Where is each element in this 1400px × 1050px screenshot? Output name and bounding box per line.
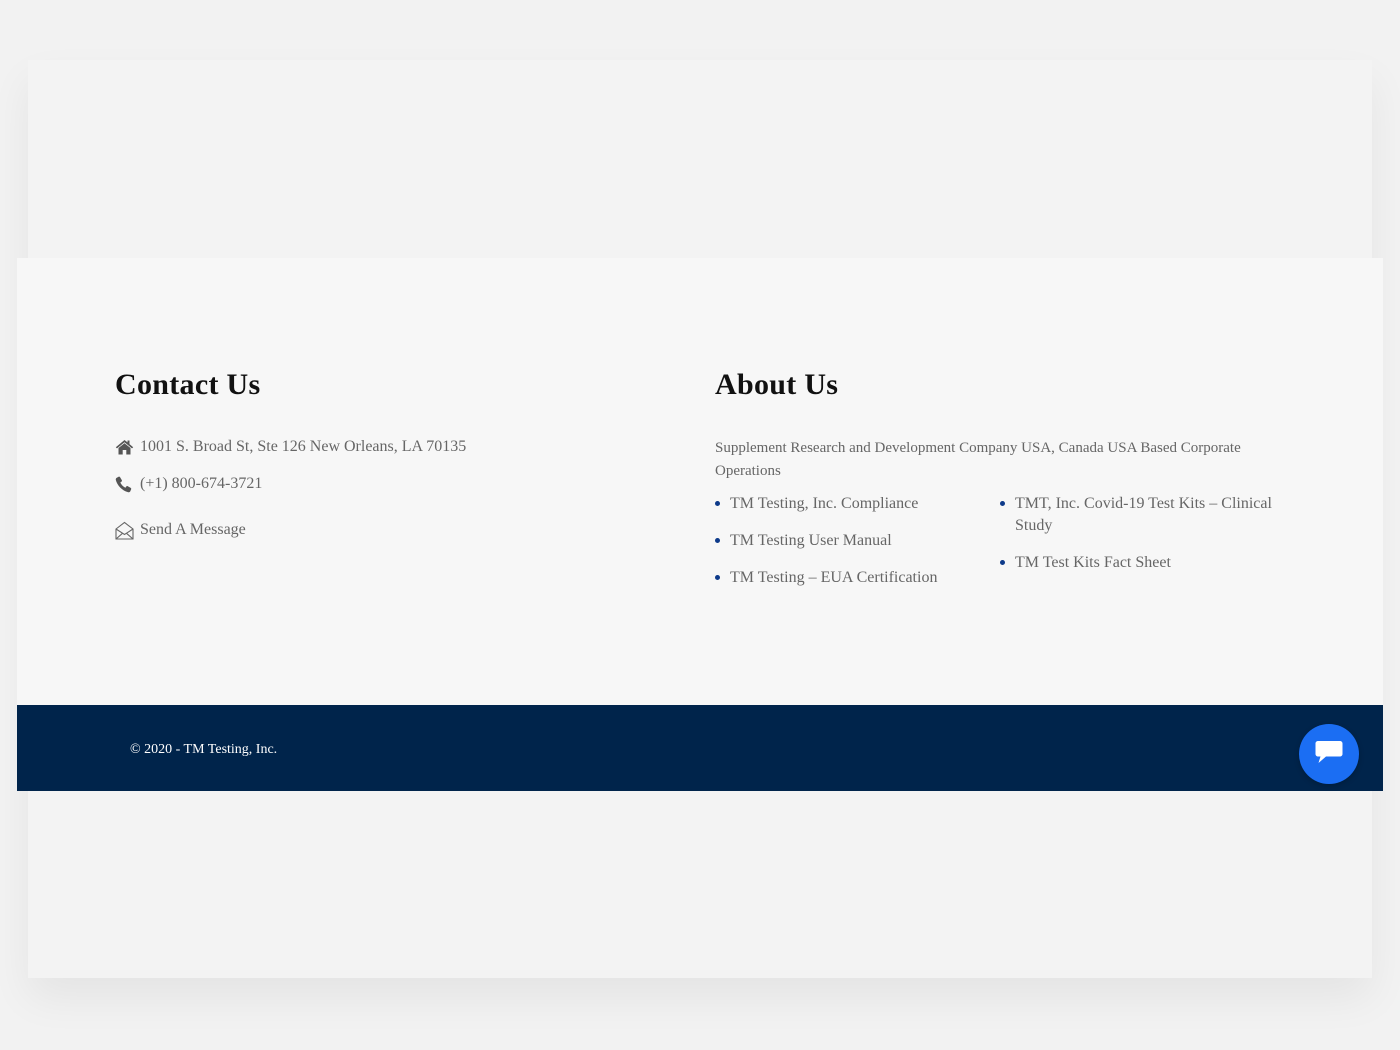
contact-heading: Contact Us <box>115 368 261 401</box>
bullet-dot <box>715 501 720 506</box>
footer-main: Contact Us 1001 S. Broad St, Ste 126 New… <box>17 258 1383 705</box>
envelope-open-icon <box>115 520 135 540</box>
about-section: About Us Supplement Research and Develop… <box>715 368 1305 604</box>
link-user-manual[interactable]: TM Testing User Manual <box>715 530 1000 552</box>
address-text: 1001 S. Broad St, Ste 126 New Orleans, L… <box>140 438 467 455</box>
phone-text[interactable]: (+1) 800-674-3721 <box>140 475 262 493</box>
send-message-link[interactable]: Send A Message <box>115 519 615 541</box>
link-clinical-study[interactable]: TMT, Inc. Covid-19 Test Kits – Clinical … <box>1000 493 1285 537</box>
copyright-text: © 2020 - TM Testing, Inc. <box>130 742 278 757</box>
about-heading: About Us <box>715 368 839 401</box>
bullet-dot <box>715 538 720 543</box>
about-links: TM Testing, Inc. Compliance TM Testing U… <box>715 493 1305 604</box>
link-eua-certification[interactable]: TM Testing – EUA Certification <box>715 567 1000 589</box>
about-description: Supplement Research and Development Comp… <box>715 440 1241 479</box>
about-links-column-2: TMT, Inc. Covid-19 Test Kits – Clinical … <box>1000 493 1285 604</box>
bullet-dot <box>1000 560 1005 565</box>
contact-list: 1001 S. Broad St, Ste 126 New Orleans, L… <box>115 436 615 541</box>
about-links-column-1: TM Testing, Inc. Compliance TM Testing U… <box>715 493 1000 604</box>
contact-phone[interactable]: (+1) 800-674-3721 <box>115 473 615 495</box>
bullet-dot <box>1000 501 1005 506</box>
send-message-text[interactable]: Send A Message <box>140 521 246 539</box>
chat-bubble-icon <box>1314 739 1344 770</box>
footer-bottom-bar: © 2020 - TM Testing, Inc. <box>17 705 1383 791</box>
chat-button[interactable] <box>1299 724 1359 784</box>
phone-icon <box>115 474 135 494</box>
bullet-dot <box>715 575 720 580</box>
link-fact-sheet[interactable]: TM Test Kits Fact Sheet <box>1000 552 1285 574</box>
contact-address: 1001 S. Broad St, Ste 126 New Orleans, L… <box>115 436 615 458</box>
contact-section: Contact Us 1001 S. Broad St, Ste 126 New… <box>115 368 615 556</box>
link-compliance[interactable]: TM Testing, Inc. Compliance <box>715 493 1000 515</box>
home-icon <box>115 437 135 457</box>
